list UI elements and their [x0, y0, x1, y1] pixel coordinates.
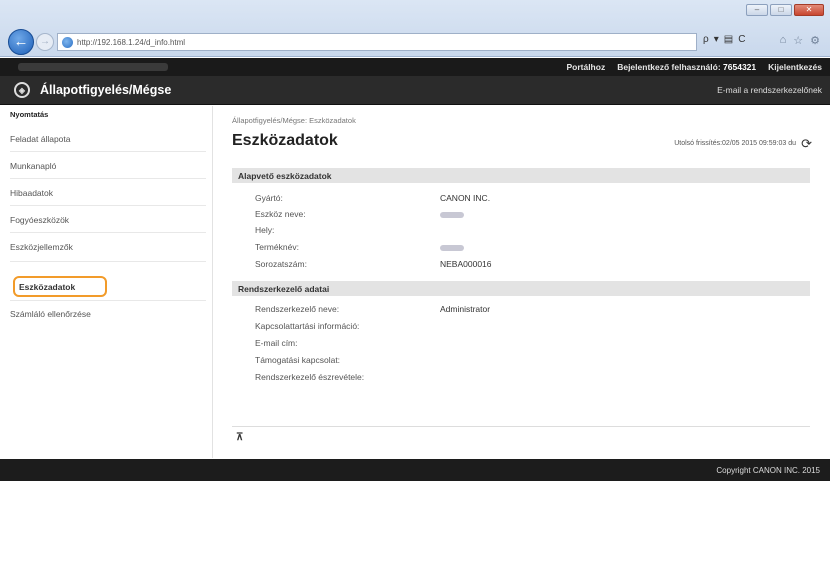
- sidebar-item-error-info[interactable]: Hibaadatok: [10, 188, 53, 198]
- sidebar: Nyomtatás Feladat állapota Munkanapló Hi…: [0, 106, 213, 458]
- row-value: CANON INC.: [440, 193, 491, 203]
- main-content: Állapotfigyelés/Mégse: Eszközadatok Eszk…: [214, 106, 830, 458]
- app-header: ◈ Állapotfigyelés/Mégse E-mail a rendsze…: [0, 76, 830, 105]
- divider: [10, 300, 206, 301]
- copyright-text: Copyright CANON INC. 2015: [716, 465, 820, 475]
- address-tools: ρ ▾ ▤ C: [703, 34, 745, 45]
- top-strip: Portálhoz Bejelentkező felhasználó: 7654…: [0, 58, 830, 76]
- redacted-mark: [440, 212, 464, 218]
- row-label: E-mail cím:: [255, 338, 298, 348]
- sidebar-item-check-counter[interactable]: Számláló ellenőrzése: [10, 309, 91, 319]
- sidebar-item-job-log[interactable]: Munkanapló: [10, 161, 56, 171]
- footer: Copyright CANON INC. 2015: [0, 459, 830, 481]
- browser-toolbar: – □ ✕ ← → http://192.168.1.24/d_info.htm…: [0, 0, 830, 57]
- forward-arrow-icon[interactable]: →: [36, 33, 54, 51]
- blurred-value: [440, 243, 464, 253]
- ie-logo-icon: [62, 36, 73, 48]
- sidebar-heading: Nyomtatás: [10, 110, 49, 119]
- section-header-admin-info: Rendszerkezelő adatai: [232, 281, 810, 296]
- redacted-mark: [440, 245, 464, 251]
- maximize-icon[interactable]: □: [770, 4, 792, 16]
- url-text: http://192.168.1.24/d_info.html: [77, 37, 186, 47]
- section-header-basic-info: Alapvető eszközadatok: [232, 168, 810, 183]
- address-bar[interactable]: http://192.168.1.24/d_info.html: [57, 33, 697, 51]
- sidebar-item-device-features[interactable]: Eszközjellemzők: [10, 242, 73, 252]
- row-label: Terméknév:: [255, 242, 299, 252]
- divider: [10, 205, 206, 206]
- sidebar-item-consumables[interactable]: Fogyóeszközök: [10, 215, 69, 225]
- back-arrow-icon[interactable]: ←: [8, 29, 34, 55]
- scroll-to-top-icon[interactable]: ⊼: [236, 432, 243, 443]
- row-label: Eszköz neve:: [255, 209, 306, 219]
- row-label: Támogatási kapcsolat:: [255, 355, 341, 365]
- row-label: Rendszerkezelő neve:: [255, 304, 340, 314]
- breadcrumb: Állapotfigyelés/Mégse: Eszközadatok: [232, 116, 356, 125]
- divider: [232, 426, 810, 427]
- page-title: Eszközadatok: [232, 132, 338, 149]
- blurred-device-info: [18, 63, 168, 71]
- minimize-icon[interactable]: –: [746, 4, 768, 16]
- logged-in-label: Bejelentkező felhasználó: 7654321: [617, 62, 756, 72]
- user-id: 7654321: [723, 62, 757, 72]
- row-label: Sorozatszám:: [255, 259, 307, 269]
- settings-gear-icon[interactable]: ⚙: [810, 34, 820, 47]
- home-icon[interactable]: ⌂: [780, 34, 787, 47]
- compat-view-icon[interactable]: ▤: [724, 34, 733, 45]
- mail-admin-link[interactable]: E-mail a rendszerkezelőnek: [717, 85, 822, 95]
- window-controls: – □ ✕: [746, 4, 824, 16]
- sidebar-item-job-status[interactable]: Feladat állapota: [10, 134, 71, 144]
- divider: [10, 261, 206, 262]
- row-value: NEBA000016: [440, 259, 492, 269]
- row-value: Administrator: [440, 304, 491, 314]
- divider: [10, 232, 206, 233]
- row-label: Hely:: [255, 225, 275, 235]
- divider: [10, 178, 206, 179]
- row-label: Gyártó:: [255, 193, 283, 203]
- status-monitor-icon: ◈: [14, 82, 30, 98]
- portal-link[interactable]: Portálhoz: [566, 62, 605, 72]
- refresh-page-icon[interactable]: C: [738, 34, 745, 45]
- dropdown-icon[interactable]: ▾: [714, 34, 719, 45]
- divider: [10, 151, 206, 152]
- logged-in-label-text: Bejelentkező felhasználó:: [617, 62, 721, 72]
- close-icon[interactable]: ✕: [794, 4, 824, 16]
- refresh-icon[interactable]: ⟳: [801, 136, 812, 152]
- page-section-title: Állapotfigyelés/Mégse: [40, 83, 172, 97]
- row-label: Kapcsolattartási információ:: [255, 321, 360, 331]
- row-label: Rendszerkezelő észrevétele:: [255, 372, 365, 382]
- sidebar-item-device-info[interactable]: Eszközadatok: [13, 276, 107, 297]
- last-update-timestamp: Utolsó frissítés:02/05 2015 09:59:03 du: [674, 140, 796, 147]
- favorites-star-icon[interactable]: ☆: [793, 34, 803, 47]
- logout-link[interactable]: Kijelentkezés: [768, 62, 822, 72]
- browser-icons: ⌂ ☆ ⚙: [780, 34, 820, 47]
- search-icon[interactable]: ρ: [703, 34, 709, 45]
- blurred-value: [440, 210, 464, 220]
